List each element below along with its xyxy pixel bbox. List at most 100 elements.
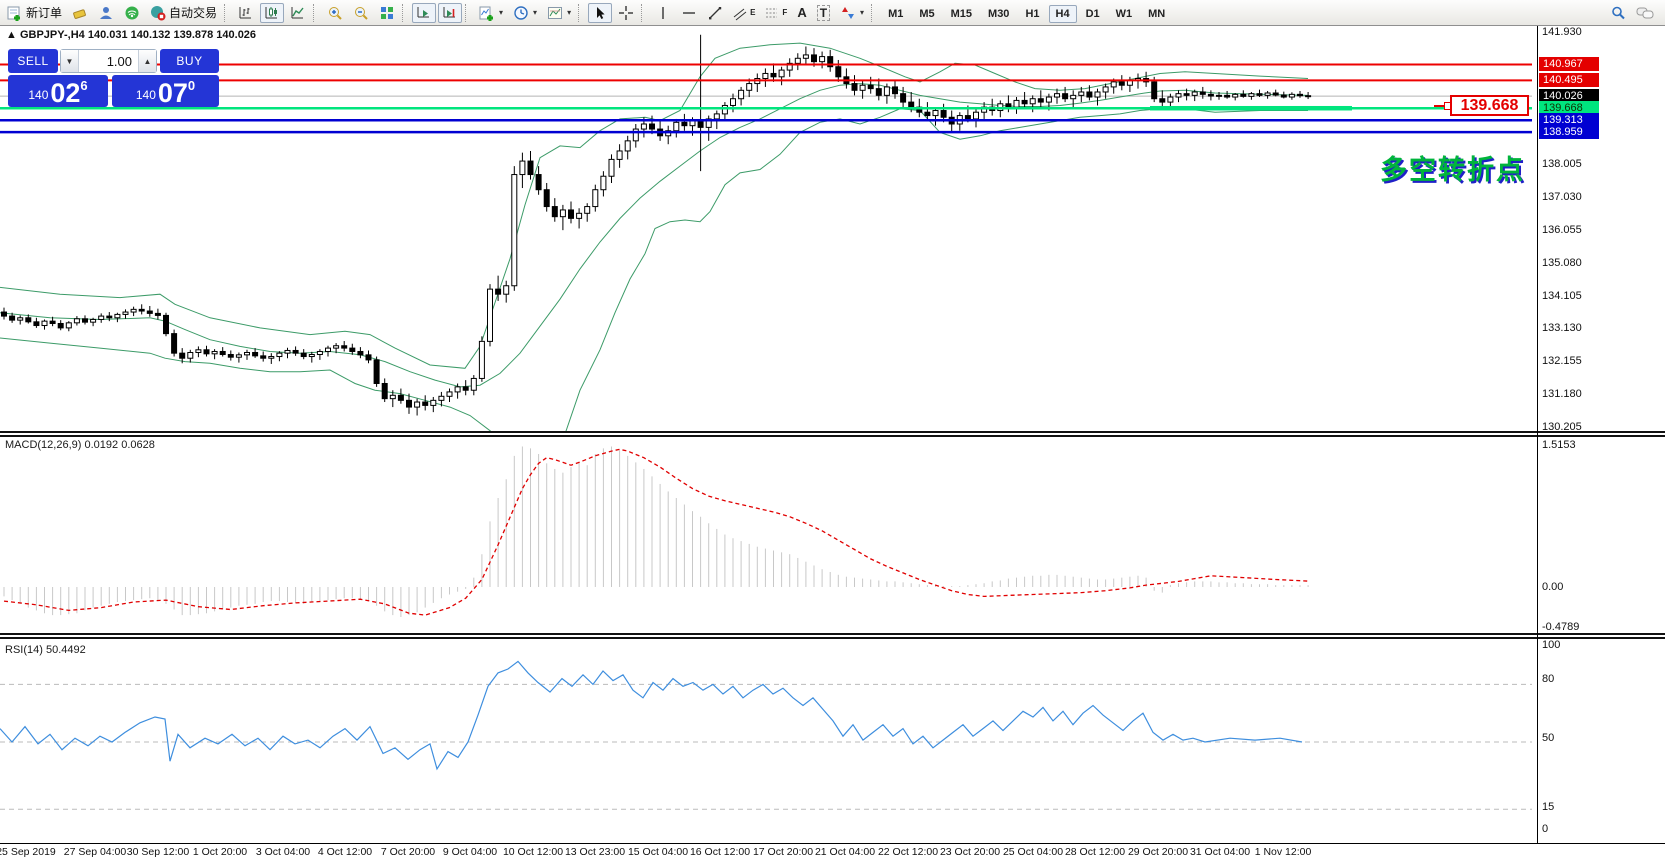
vertical-line-button[interactable]	[651, 3, 675, 23]
time-tick: 7 Oct 20:00	[381, 846, 435, 858]
price-tick: 137.030	[1542, 191, 1582, 203]
timeframe-button-M15[interactable]: M15	[944, 5, 979, 23]
volume-increase-button[interactable]: ▲	[138, 50, 156, 72]
buy-label: BUY	[176, 54, 202, 68]
arrows-tool-button[interactable]: ▾	[836, 3, 868, 23]
price-tag-annotation[interactable]: 139.668	[1450, 95, 1529, 116]
price-tick: 133.130	[1542, 322, 1582, 334]
zoom-in-button[interactable]	[323, 3, 347, 23]
fibonacci-button[interactable]: F	[761, 3, 791, 23]
price-tick: 132.155	[1542, 355, 1582, 367]
crosshair-button[interactable]	[614, 3, 638, 23]
search-button[interactable]	[1606, 3, 1630, 23]
timeframe-button-M30[interactable]: M30	[981, 5, 1016, 23]
time-tick: 9 Oct 04:00	[443, 846, 497, 858]
sell-price-sup: 6	[80, 78, 87, 93]
price-tick: 131.180	[1542, 388, 1582, 400]
price-tick: 136.055	[1542, 224, 1582, 236]
crosshair-icon	[618, 5, 634, 21]
time-tick: 1 Oct 20:00	[193, 846, 247, 858]
price-badge: 140.967	[1539, 57, 1599, 71]
toolbar-separator	[224, 4, 229, 22]
autotrading-icon	[150, 5, 166, 21]
line-chart-button[interactable]	[286, 3, 310, 23]
triangle-up-icon: ▲	[144, 57, 152, 66]
eraser-button[interactable]	[68, 3, 92, 23]
rsi-axis-tick: 0	[1542, 823, 1548, 835]
chart-shift-button[interactable]	[438, 3, 462, 23]
chevron-down-icon: ▾	[860, 8, 864, 17]
signals-icon	[124, 5, 140, 21]
collapse-triangle-icon[interactable]: ▲	[6, 29, 17, 41]
line-chart-icon	[290, 5, 306, 21]
text-tool-button[interactable]: A	[793, 3, 810, 23]
search-icon	[1610, 5, 1626, 21]
rsi-chart-svg[interactable]	[0, 639, 1537, 843]
time-tick: 29 Oct 20:00	[1128, 846, 1188, 858]
volume-input[interactable]: 1.00	[79, 50, 138, 72]
sell-label: SELL	[17, 54, 48, 68]
templates-button[interactable]: ▾	[543, 3, 575, 23]
time-tick: 13 Oct 23:00	[565, 846, 625, 858]
profiles-button[interactable]	[94, 3, 118, 23]
chat-icon	[1636, 5, 1654, 21]
macd-axis-tick: -0.4789	[1542, 621, 1579, 633]
tile-windows-button[interactable]	[375, 3, 399, 23]
chart-note-text[interactable]: 多空转折点	[1360, 148, 1545, 187]
time-tick: 21 Oct 04:00	[815, 846, 875, 858]
volume-stepper: ▼ 1.00 ▲	[60, 49, 157, 73]
buy-price-button[interactable]: 140 07 0	[112, 75, 219, 107]
horizontal-line-button[interactable]	[677, 3, 701, 23]
equidistant-channel-button[interactable]: E	[729, 3, 759, 23]
timeframe-button-M1[interactable]: M1	[881, 5, 910, 23]
buy-button[interactable]: BUY	[160, 49, 219, 73]
toolbar: 新订单 自动交易	[0, 0, 1665, 26]
time-tick: 1 Nov 12:00	[1255, 846, 1312, 858]
time-tick: 23 Oct 20:00	[940, 846, 1000, 858]
price-tick: 130.205	[1542, 421, 1582, 433]
time-tick: 25 Oct 04:00	[1003, 846, 1063, 858]
fibonacci-letter: F	[782, 8, 787, 17]
symbol-info[interactable]: ▲ GBPJPY-,H4 140.031 140.132 139.878 140…	[6, 29, 256, 41]
rsi-axis-tick: 100	[1542, 639, 1560, 651]
sell-button[interactable]: SELL	[8, 49, 58, 73]
new-order-icon	[7, 5, 23, 21]
arrows-icon	[840, 5, 856, 21]
new-order-label: 新订单	[26, 4, 62, 21]
chevron-down-icon: ▾	[533, 8, 537, 17]
tile-windows-icon	[379, 5, 395, 21]
periods-button[interactable]: ▾	[509, 3, 541, 23]
auto-scroll-button[interactable]	[412, 3, 436, 23]
timeframe-button-H4[interactable]: H4	[1049, 5, 1077, 23]
timeframe-button-M5[interactable]: M5	[912, 5, 941, 23]
volume-decrease-button[interactable]: ▼	[61, 50, 79, 72]
chat-button[interactable]	[1632, 3, 1658, 23]
bar-chart-button[interactable]	[234, 3, 258, 23]
new-order-button[interactable]: 新订单	[3, 3, 66, 23]
signals-button[interactable]	[120, 3, 144, 23]
buy-price-prefix: 140	[136, 88, 156, 102]
toolbar-separator	[465, 4, 470, 22]
macd-chart-svg[interactable]	[0, 437, 1537, 633]
text-label-button[interactable]: T	[813, 3, 834, 23]
indicators-icon	[479, 5, 495, 21]
timeframe-button-D1[interactable]: D1	[1079, 5, 1107, 23]
timeframe-button-W1[interactable]: W1	[1109, 5, 1140, 23]
auto-scroll-icon	[416, 5, 432, 21]
autotrading-button[interactable]: 自动交易	[146, 3, 221, 23]
candlestick-chart-button[interactable]	[260, 3, 284, 23]
rsi-axis-tick: 80	[1542, 673, 1554, 685]
sell-price-button[interactable]: 140 02 6	[8, 75, 108, 107]
cursor-button[interactable]	[588, 3, 612, 23]
time-tick: 30 Sep 12:00	[127, 846, 189, 858]
indicators-button[interactable]: ▾	[475, 3, 507, 23]
trendline-button[interactable]	[703, 3, 727, 23]
timeframe-button-MN[interactable]: MN	[1141, 5, 1172, 23]
chart-area[interactable]: 141.930138.005137.030136.055135.080134.1…	[0, 26, 1665, 859]
template-icon	[547, 5, 563, 21]
main-chart-svg[interactable]	[0, 26, 1537, 431]
time-axis[interactable]: 25 Sep 201927 Sep 04:0030 Sep 12:001 Oct…	[0, 843, 1665, 859]
timeframe-button-H1[interactable]: H1	[1018, 5, 1046, 23]
toolbar-separator	[402, 4, 407, 22]
zoom-out-button[interactable]	[349, 3, 373, 23]
